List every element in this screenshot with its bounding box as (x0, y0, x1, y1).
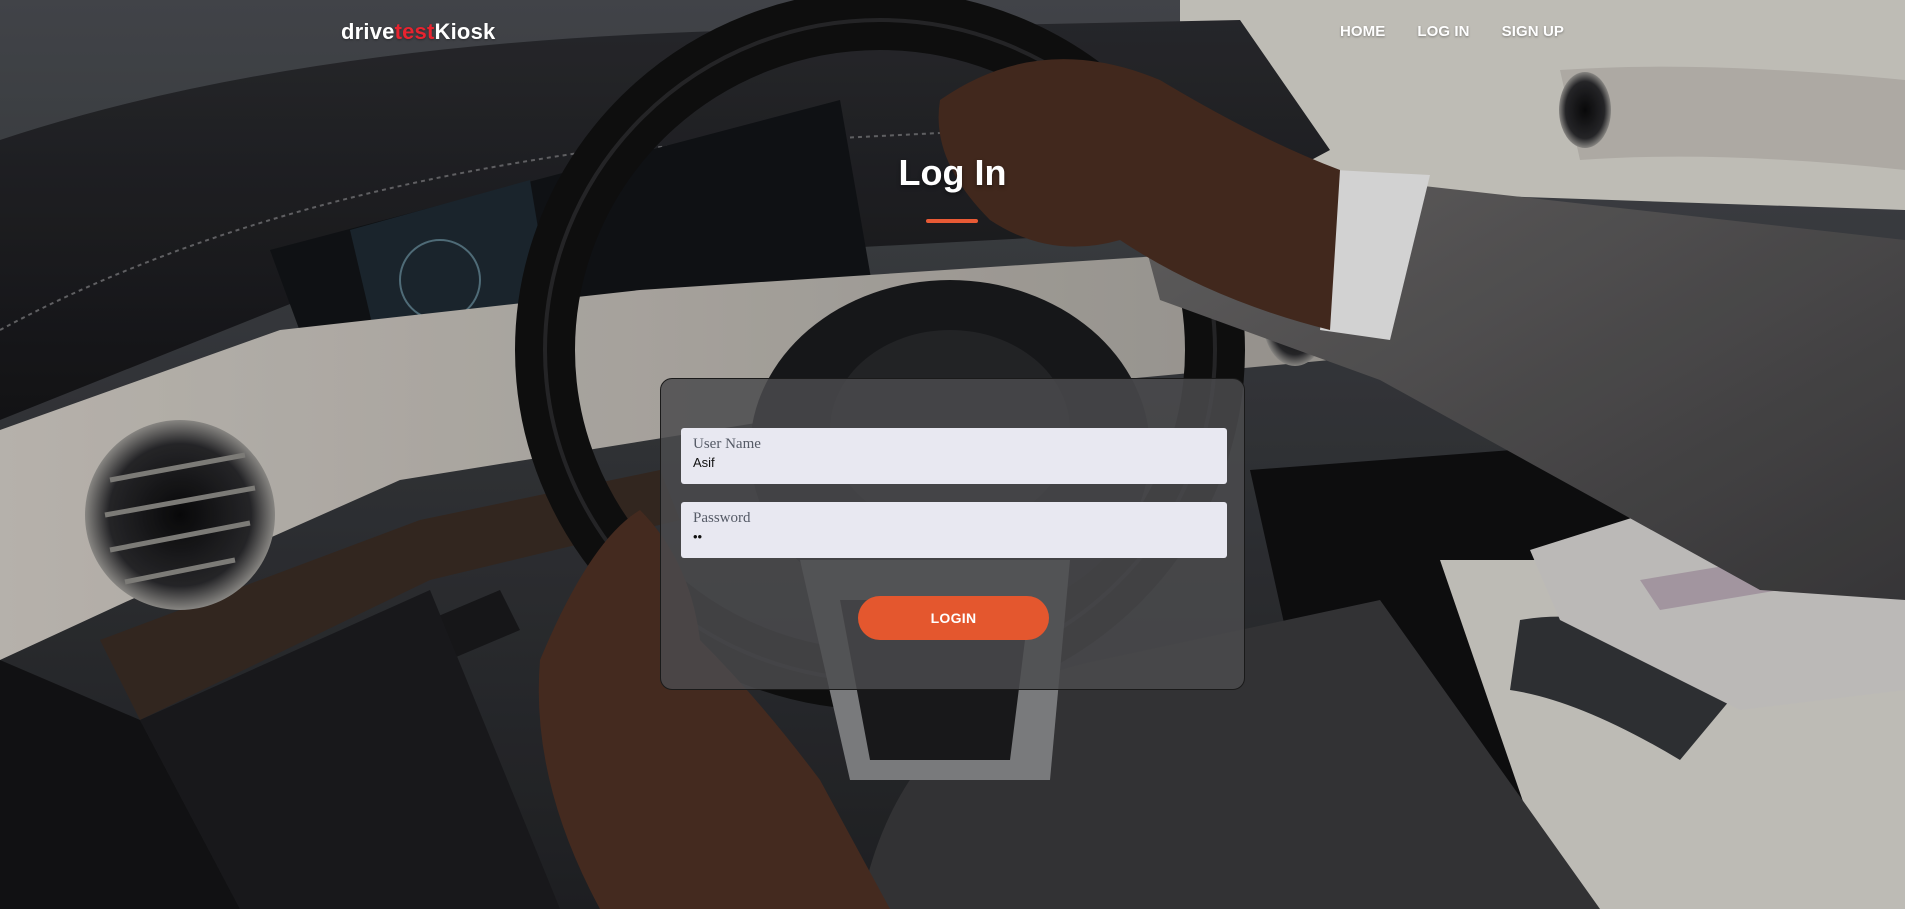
password-input[interactable] (693, 529, 1215, 545)
brand-logo[interactable]: drivetestKiosk (341, 19, 495, 45)
brand-logo-part-kiosk: Kiosk (434, 19, 496, 44)
nav-home-link[interactable]: HOME (1340, 23, 1385, 40)
nav-signup-link[interactable]: SIGN UP (1502, 23, 1564, 40)
top-navigation: HOME LOG IN SIGN UP (1340, 23, 1564, 40)
page-title: Log In (898, 152, 1007, 193)
brand-logo-part-drive: drive (341, 19, 395, 44)
title-underline-accent (926, 219, 978, 223)
password-field[interactable]: Password (681, 502, 1227, 558)
login-page: drivetestKiosk HOME LOG IN SIGN UP Log I… (0, 0, 1905, 909)
username-input[interactable] (693, 455, 1215, 471)
login-button[interactable]: LOGIN (858, 596, 1049, 640)
nav-login-link[interactable]: LOG IN (1417, 23, 1469, 40)
login-form-card: User Name Password LOGIN (660, 378, 1245, 690)
password-label: Password (693, 510, 751, 526)
username-field[interactable]: User Name (681, 428, 1227, 484)
username-label: User Name (693, 436, 761, 452)
brand-logo-part-test: test (394, 19, 435, 44)
